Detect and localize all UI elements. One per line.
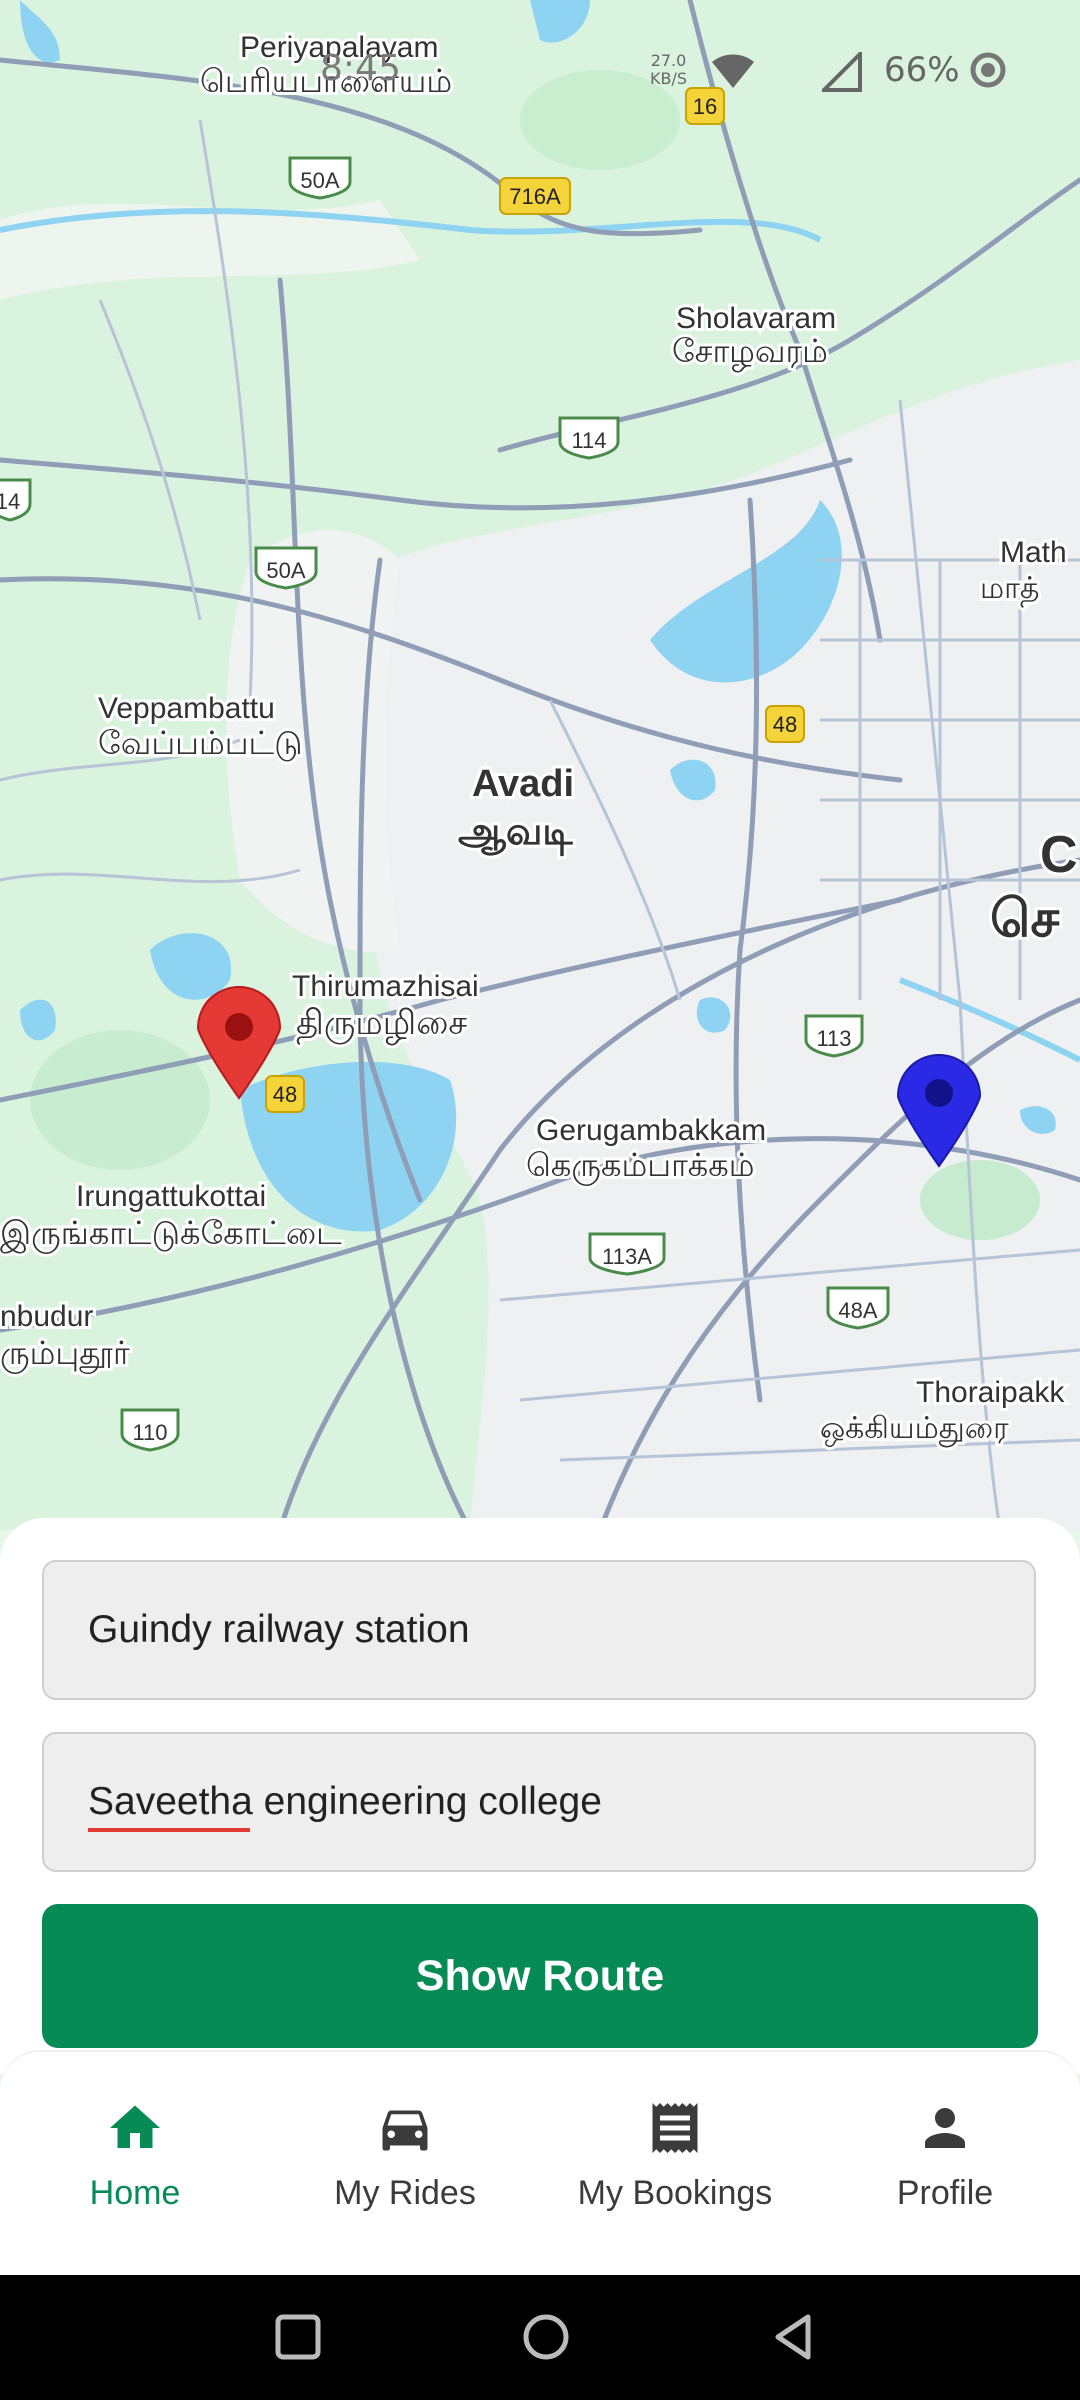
- map-label-thoraipakkam-ta: ஒக்கியம்துரை: [820, 1412, 1009, 1447]
- map-label-sriperumbudur-ta: ரும்புதூர்: [0, 1335, 130, 1374]
- nav-label-profile: Profile: [896, 2174, 994, 2212]
- map-label-veppambattu-ta: வேப்பம்பட்டு: [98, 725, 303, 761]
- show-route-button[interactable]: Show Route: [42, 1904, 1038, 2048]
- nav-label-my-rides: My Rides: [334, 2174, 476, 2212]
- nav-label-home: Home: [89, 2174, 181, 2212]
- svg-text:14: 14: [0, 489, 20, 514]
- recents-icon[interactable]: [268, 2307, 328, 2367]
- back-icon[interactable]: [764, 2307, 824, 2367]
- spellcheck-underline: [88, 1828, 250, 1832]
- nav-item-profile[interactable]: Profile: [810, 2098, 1080, 2228]
- road-badge-716a: 716A: [499, 177, 571, 215]
- car-icon: [382, 2110, 428, 2151]
- map-label-thirumazhisai-en: Thirumazhisai: [292, 970, 479, 1003]
- nav-item-my-bookings[interactable]: My Bookings: [540, 2098, 810, 2228]
- road-badge-114: 114: [558, 416, 620, 460]
- nav-item-my-rides[interactable]: My Rides: [270, 2098, 540, 2228]
- road-badge-48a: 48A: [826, 1286, 890, 1330]
- map-label-avadi-ta: ஆவடி: [458, 811, 573, 856]
- road-badge-113: 113: [804, 1014, 864, 1058]
- destination-input[interactable]: [88, 1734, 988, 1870]
- map-label-mathur-en: Math: [1000, 536, 1067, 569]
- map-label-irungattukottai-en: Irungattukottai: [76, 1180, 266, 1213]
- map-label-chennai-en: C: [1040, 826, 1078, 884]
- svg-text:716A: 716A: [509, 184, 561, 209]
- network-speed-unit: KB/S: [650, 69, 688, 88]
- road-badge-48-top: 48: [765, 705, 805, 743]
- svg-text:114: 114: [571, 428, 606, 453]
- source-field[interactable]: [42, 1560, 1036, 1700]
- map-label-sholavaram-ta: சோழவரம்: [672, 333, 828, 373]
- road-badge-113a: 113A: [588, 1232, 666, 1276]
- road-badge-50a-top: 50A: [288, 156, 352, 200]
- svg-text:50A: 50A: [300, 168, 339, 193]
- map-label-irungattukottai-ta: இருங்காட்டுக்கோட்டை: [0, 1215, 342, 1254]
- road-badge-50a-mid: 50A: [254, 546, 318, 590]
- map-view[interactable]: Periyapalayam பெரியபாளையம் Sholavaram சோ…: [0, 0, 1080, 1530]
- map-label-gerugambakkam-en: Gerugambakkam: [536, 1114, 766, 1147]
- svg-text:113A: 113A: [602, 1244, 652, 1269]
- system-nav-bar: [0, 2275, 1080, 2400]
- map-label-avadi-en: Avadi: [472, 763, 574, 805]
- map-label-gerugambakkam-ta: கெருகம்பாக்கம்: [526, 1147, 754, 1186]
- home-icon: [110, 2105, 160, 2148]
- map-label-sholavaram-en: Sholavaram: [676, 302, 836, 335]
- map-label-veppambattu-en: Veppambattu: [98, 692, 275, 725]
- network-speed: 27.0 KB/S: [650, 52, 687, 88]
- svg-text:48A: 48A: [838, 1298, 877, 1323]
- battery-ring-icon: [970, 52, 1006, 88]
- status-bar: 8:45 27.0 KB/S 66%: [0, 40, 1080, 110]
- map-label-mathur-ta: மாத்: [980, 572, 1039, 608]
- svg-text:50A: 50A: [266, 558, 305, 583]
- source-input[interactable]: [88, 1562, 988, 1698]
- bottom-nav: Home My Rides My Bookings Profile: [0, 2050, 1080, 2275]
- destination-field[interactable]: [42, 1732, 1036, 1872]
- map-label-thirumazhisai-ta: திருமழிசை: [296, 1004, 467, 1045]
- road-badge-14: 14: [0, 478, 32, 522]
- nav-item-home[interactable]: Home: [0, 2098, 270, 2228]
- road-badge-110: 110: [120, 1408, 180, 1452]
- signal-icon: [822, 52, 862, 92]
- battery-percent: 66%: [884, 50, 960, 90]
- receipt-icon: [652, 2103, 698, 2153]
- svg-text:48: 48: [773, 712, 797, 737]
- network-speed-value: 27.0: [650, 51, 687, 70]
- map-label-thoraipakkam-en: Thoraipakk: [916, 1376, 1065, 1409]
- wifi-icon: [712, 54, 754, 88]
- svg-text:113: 113: [816, 1026, 851, 1051]
- status-time: 8:45: [320, 48, 401, 89]
- svg-text:110: 110: [132, 1420, 167, 1445]
- svg-text:48: 48: [273, 1082, 297, 1107]
- map-label-sriperumbudur-en: nbudur: [0, 1300, 93, 1333]
- nav-label-my-bookings: My Bookings: [577, 2174, 773, 2212]
- home-nav-icon[interactable]: [516, 2307, 576, 2367]
- map-label-chennai-ta: செ: [990, 890, 1059, 948]
- road-badge-48-bot: 48: [265, 1075, 305, 1113]
- person-icon: [925, 2108, 965, 2148]
